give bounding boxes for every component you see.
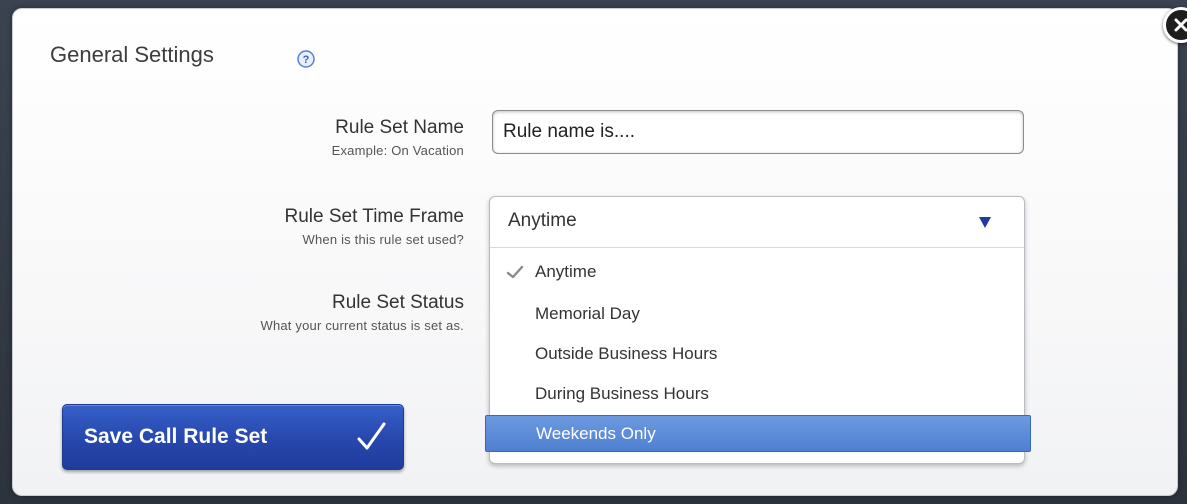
save-call-rule-set-button[interactable]: Save Call Rule Set (62, 404, 404, 470)
time-frame-option-memorial-day[interactable]: Memorial Day (490, 296, 1024, 333)
time-frame-option-weekends-only[interactable]: Weekends Only (485, 415, 1031, 452)
rule-set-status-hint: What your current status is set as. (260, 318, 464, 333)
rule-set-time-frame-label-group: Rule Set Time Frame When is this rule se… (285, 206, 465, 247)
help-icon[interactable]: ? (297, 50, 315, 68)
rule-set-name-label-group: Rule Set Name Example: On Vacation (332, 117, 464, 158)
checkmark-icon (357, 422, 386, 450)
time-frame-option-outside-business-hours[interactable]: Outside Business Hours (490, 336, 1024, 373)
option-label: During Business Hours (535, 384, 709, 403)
triangle-down-icon[interactable] (978, 216, 992, 229)
time-frame-selected-value: Anytime (508, 210, 577, 231)
rule-set-name-input[interactable] (492, 110, 1024, 154)
rule-set-time-frame-label: Rule Set Time Frame (284, 206, 465, 227)
time-frame-dropdown: Anytime Anytime Memorial Day Outside Bus… (485, 196, 1031, 464)
close-button[interactable] (1163, 7, 1187, 43)
rule-set-status-label: Rule Set Status (331, 292, 464, 313)
save-button-label: Save Call Rule Set (84, 425, 268, 448)
option-label: Anytime (535, 262, 597, 281)
time-frame-select[interactable]: Anytime (490, 197, 1024, 248)
option-label: Weekends Only (536, 424, 656, 443)
rule-set-name-hint: Example: On Vacation (331, 143, 464, 158)
option-label: Memorial Day (535, 304, 640, 323)
rule-set-status-label-group: Rule Set Status What your current status… (260, 292, 464, 333)
rule-set-name-label: Rule Set Name (335, 117, 464, 138)
svg-text:?: ? (303, 54, 310, 66)
checkmark-icon (506, 265, 524, 279)
time-frame-option-during-business-hours[interactable]: During Business Hours (490, 376, 1024, 413)
close-icon (1174, 18, 1187, 32)
rule-set-time-frame-hint: When is this rule set used? (302, 232, 464, 247)
section-title: General Settings (50, 42, 214, 67)
general-settings-dialog: General Settings ? Rule Set Name Example… (12, 7, 1187, 496)
time-frame-option-anytime[interactable]: Anytime (490, 254, 1024, 291)
option-label: Outside Business Hours (535, 344, 718, 363)
